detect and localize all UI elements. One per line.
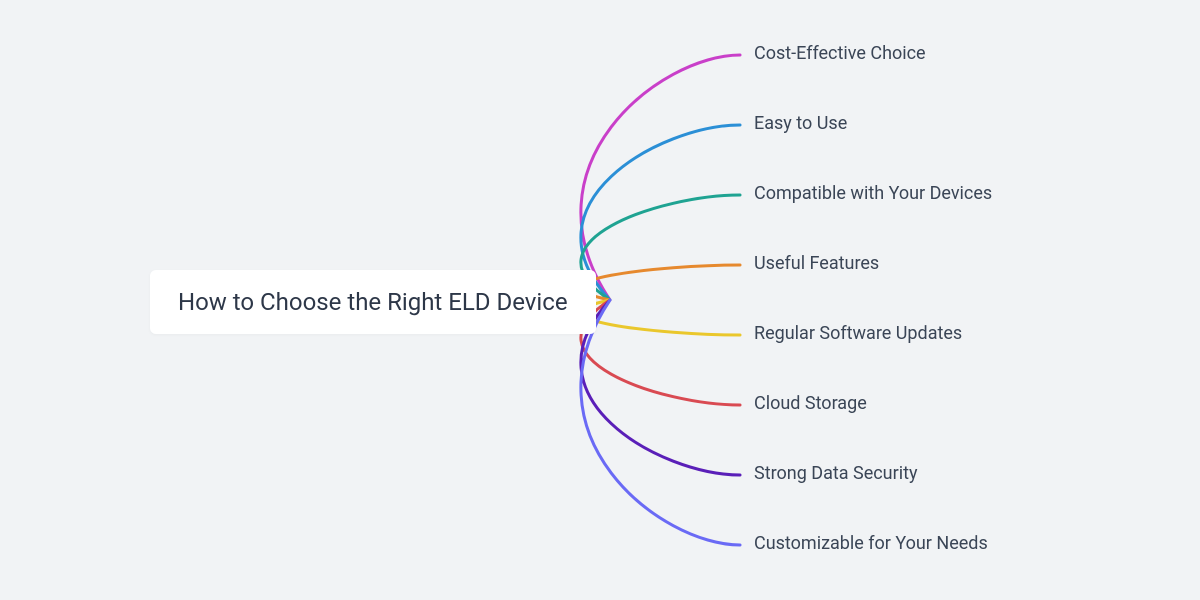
- branch-topic[interactable]: Useful Features: [754, 253, 879, 274]
- connector-line: [581, 265, 740, 300]
- branch-topic[interactable]: Easy to Use: [754, 113, 847, 134]
- connector-line: [581, 195, 740, 300]
- connector-line: [581, 300, 740, 405]
- connector-line: [581, 125, 740, 300]
- branch-topic[interactable]: Cloud Storage: [754, 393, 867, 414]
- branch-topic[interactable]: Strong Data Security: [754, 463, 918, 484]
- center-topic[interactable]: How to Choose the Right ELD Device: [150, 270, 596, 334]
- connector-line: [581, 300, 740, 335]
- mindmap-canvas: How to Choose the Right ELD Device Cost-…: [0, 0, 1200, 600]
- connector-line: [581, 300, 740, 475]
- connector-line: [581, 300, 740, 545]
- connector-line: [581, 55, 740, 300]
- branch-topic[interactable]: Cost-Effective Choice: [754, 43, 926, 64]
- branch-topic[interactable]: Customizable for Your Needs: [754, 533, 988, 554]
- branch-topic[interactable]: Compatible with Your Devices: [754, 183, 992, 204]
- branch-topic[interactable]: Regular Software Updates: [754, 323, 962, 344]
